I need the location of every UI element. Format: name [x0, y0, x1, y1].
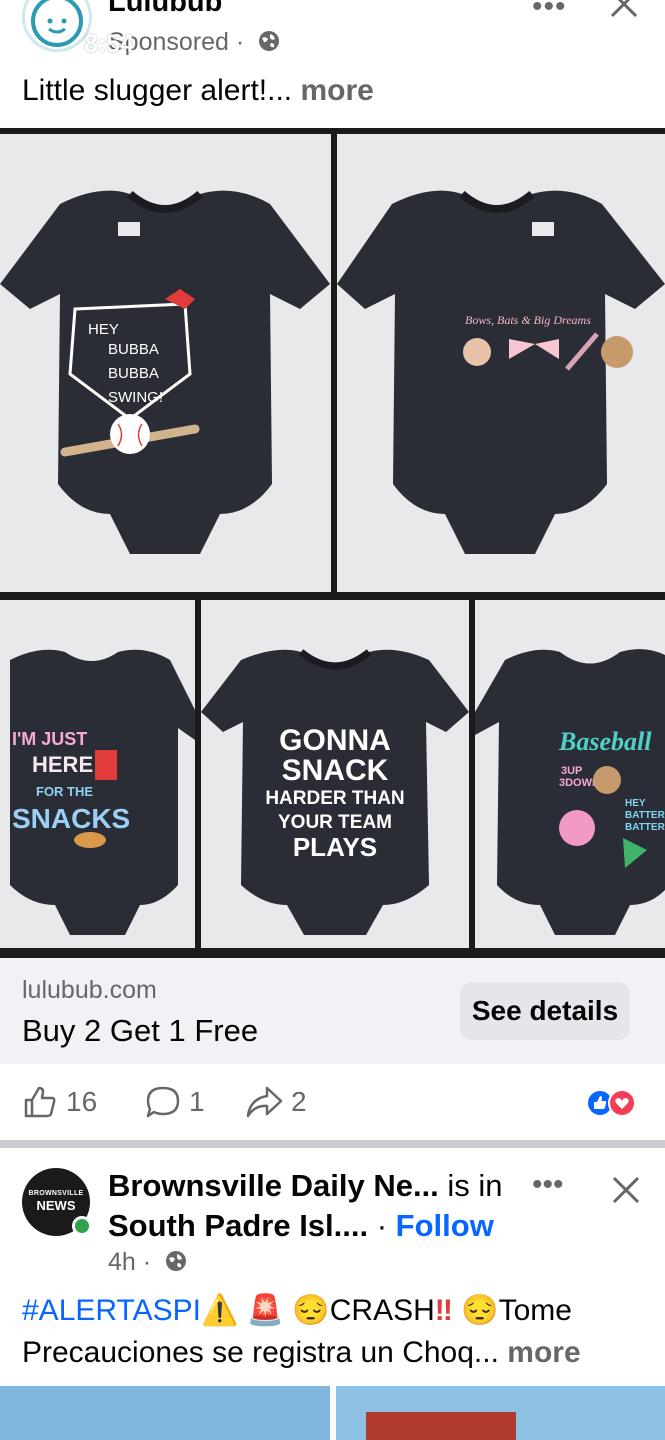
page-avatar[interactable]: [22, 0, 92, 52]
news-page-name[interactable]: Brownsville Daily Ne...: [108, 1168, 439, 1203]
news-location[interactable]: South Padre Isl....: [108, 1208, 368, 1243]
shirt-text-line: HEY: [88, 321, 119, 338]
shirt-text-line: 3UP: [561, 765, 582, 777]
like-button[interactable]: 16: [22, 1084, 97, 1120]
shirt-text-line: PLAYS: [293, 832, 377, 862]
more-options-icon[interactable]: •••: [532, 1168, 564, 1202]
siren-emoji: 🚨: [246, 1294, 285, 1327]
battery-icon: [561, 36, 604, 58]
news-post-images[interactable]: [0, 1386, 665, 1440]
product-image-1[interactable]: HEY BUBBA BUBBA SWING!: [0, 134, 331, 592]
comments-count: 1: [189, 1086, 205, 1117]
status-icons: [479, 36, 605, 58]
share-icon: [246, 1086, 283, 1118]
warning-emoji: ⚠️: [200, 1294, 239, 1327]
post-time: 4h ·: [108, 1248, 188, 1277]
news-image-1[interactable]: [0, 1386, 330, 1440]
news-header-line: Brownsville Daily Ne... is in: [108, 1168, 503, 1203]
sad-emoji: 😔: [461, 1294, 499, 1327]
shirt-text-line: YOUR TEAM: [278, 812, 392, 833]
shirt-text-line: Baseball: [558, 727, 652, 756]
link-preview[interactable]: lulubub.com Buy 2 Get 1 Free See details: [0, 958, 665, 1064]
globe-icon: [259, 31, 280, 51]
link-domain: lulubub.com: [22, 976, 157, 1004]
shirt-text-line: HARDER THAN: [265, 788, 404, 809]
feed-divider: [0, 1140, 665, 1148]
comment-icon: [146, 1086, 180, 1118]
reaction-bar: 16 1 2: [0, 1064, 665, 1142]
wifi-icon: [521, 36, 551, 57]
post-header: Lulubub Sponsored · ••• Little slugger a…: [0, 0, 665, 128]
post-image-grid[interactable]: HEY BUBBA BUBBA SWING! Bows, Bats & Big …: [0, 128, 665, 958]
share-button[interactable]: 2: [245, 1084, 307, 1120]
shirt-text-line: SNACK: [282, 754, 389, 787]
shirt-text-line: Bows, Bats & Big Dreams: [465, 313, 591, 327]
likes-count: 16: [66, 1086, 98, 1117]
post-caption[interactable]: Little slugger alert!... more: [22, 74, 374, 108]
product-image-2[interactable]: Bows, Bats & Big Dreams: [337, 134, 665, 592]
shirt-text-line: I'M JUST: [12, 729, 87, 749]
news-post-text[interactable]: #ALERTASPI⚠️ 🚨 😔CRASH‼ 😔Tome Precaucione…: [22, 1290, 652, 1374]
more-link[interactable]: more: [507, 1336, 580, 1369]
follow-button[interactable]: Follow: [396, 1208, 494, 1243]
sad-emoji: 😔: [292, 1294, 330, 1327]
product-image-5[interactable]: Baseball 3UP 3DOWN HEY BATTER BATTER: [475, 600, 665, 948]
double-exclamation-emoji: ‼: [434, 1294, 453, 1327]
product-image-4[interactable]: GONNA SNACK HARDER THAN YOUR TEAM PLAYS: [201, 600, 469, 948]
shirt-text-line: HEY: [625, 798, 646, 809]
shirt-text-line: GONNA: [279, 724, 391, 757]
close-icon[interactable]: [606, 0, 642, 22]
shirt-text-line: BUBBA: [108, 365, 159, 382]
shirt-text-line: HERE: [32, 752, 93, 777]
news-post: BROWNSVILLE NEWS Brownsville Daily Ne...…: [0, 1148, 665, 1440]
online-status-dot: [72, 1216, 92, 1236]
product-image-3[interactable]: I'M JUST HERE FOR THE SNACKS: [0, 600, 195, 948]
shirt-text-line: FOR THE: [36, 784, 93, 799]
shirt-text-line: BATTER: [625, 810, 665, 821]
shirt-text-line: SWING!: [108, 389, 163, 406]
news-location-line: South Padre Isl.... · Follow: [108, 1208, 494, 1243]
page-name[interactable]: Lulubub: [108, 0, 222, 19]
globe-icon: [166, 1251, 187, 1271]
shares-count: 2: [291, 1086, 307, 1117]
status-time: 8:54: [84, 30, 135, 58]
more-link[interactable]: more: [300, 74, 373, 107]
more-options-icon[interactable]: •••: [532, 0, 567, 24]
thumbs-up-icon: [24, 1086, 56, 1118]
news-image-object: [366, 1412, 516, 1440]
link-title: Buy 2 Get 1 Free: [22, 1013, 259, 1048]
news-image-2[interactable]: [336, 1386, 665, 1440]
reaction-badges[interactable]: [585, 1088, 645, 1118]
see-details-button[interactable]: See details: [460, 982, 630, 1040]
shirt-text-line: SNACKS: [12, 803, 130, 834]
hashtag-link[interactable]: #ALERTASPI: [22, 1294, 201, 1327]
close-icon[interactable]: [608, 1172, 644, 1208]
shirt-text-line: BATTER: [625, 822, 665, 833]
comment-button[interactable]: 1: [145, 1084, 205, 1120]
shirt-text-line: BUBBA: [108, 341, 159, 358]
signal-icon: [479, 37, 508, 57]
